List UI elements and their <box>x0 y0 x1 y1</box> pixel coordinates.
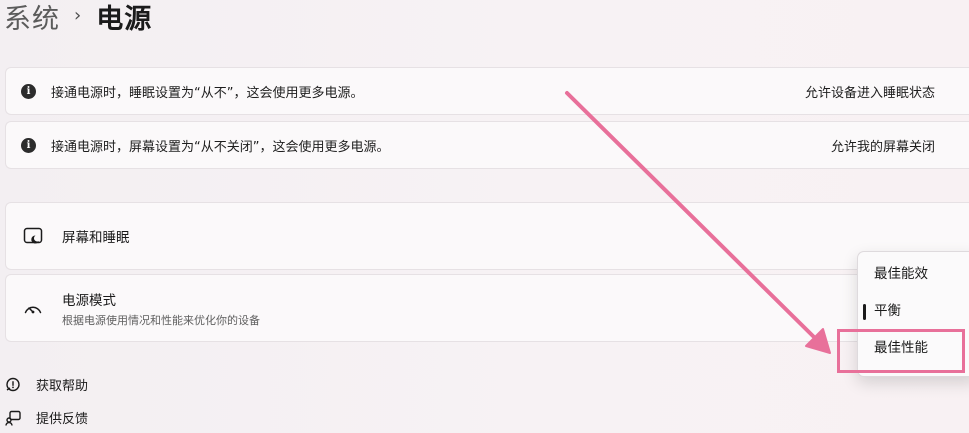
sleep-notice-card: i 接通电源时，睡眠设置为“从不”，这会使用更多电源。 允许设备进入睡眠状态 <box>5 67 969 115</box>
screen-notice-text: 接通电源时，屏幕设置为“从不关闭”，这会使用更多电源。 <box>51 139 390 155</box>
allow-sleep-button[interactable]: 允许设备进入睡眠状态 <box>805 82 935 101</box>
feedback-icon <box>4 409 22 427</box>
give-feedback-link[interactable]: 提供反馈 <box>4 408 88 427</box>
power-mode-setting[interactable]: 电源模式 根据电源使用情况和性能来优化你的设备 <box>5 274 969 342</box>
allow-screen-off-button[interactable]: 允许我的屏幕关闭 <box>831 136 935 155</box>
give-feedback-label: 提供反馈 <box>36 412 89 427</box>
annotation-highlight-box <box>837 329 965 373</box>
screen-and-sleep-setting[interactable]: 屏幕和睡眠 <box>5 202 969 270</box>
breadcrumb-separator-icon: › <box>74 4 83 26</box>
get-help-link[interactable]: 获取帮助 <box>4 375 88 394</box>
breadcrumb: 系统 › 电源 <box>4 0 152 38</box>
screen-and-sleep-title: 屏幕和睡眠 <box>62 230 130 246</box>
get-help-icon <box>4 376 22 394</box>
get-help-label: 获取帮助 <box>36 379 89 394</box>
power-mode-text: 电源模式 根据电源使用情况和性能来优化你的设备 <box>62 289 260 328</box>
page-title: 电源 <box>96 3 153 35</box>
power-mode-title: 电源模式 <box>62 292 116 309</box>
sleep-notice-text: 接通电源时，睡眠设置为“从不”，这会使用更多电源。 <box>51 85 364 101</box>
power-mode-gauge-icon <box>22 297 44 319</box>
info-icon: i <box>21 137 36 153</box>
settings-page: 系统 › 电源 i 接通电源时，睡眠设置为“从不”，这会使用更多电源。 允许设备… <box>0 0 969 433</box>
info-icon: i <box>21 83 36 99</box>
screen-notice-card: i 接通电源时，屏幕设置为“从不关闭”，这会使用更多电源。 允许我的屏幕关闭 <box>5 121 969 169</box>
selected-indicator <box>863 304 866 320</box>
breadcrumb-system[interactable]: 系统 <box>4 0 60 36</box>
power-mode-subtitle: 根据电源使用情况和性能来优化你的设备 <box>62 313 260 327</box>
screen-sleep-icon <box>22 225 44 247</box>
option-balanced[interactable]: 平衡 <box>874 301 901 321</box>
option-best-efficiency[interactable]: 最佳能效 <box>874 264 928 284</box>
